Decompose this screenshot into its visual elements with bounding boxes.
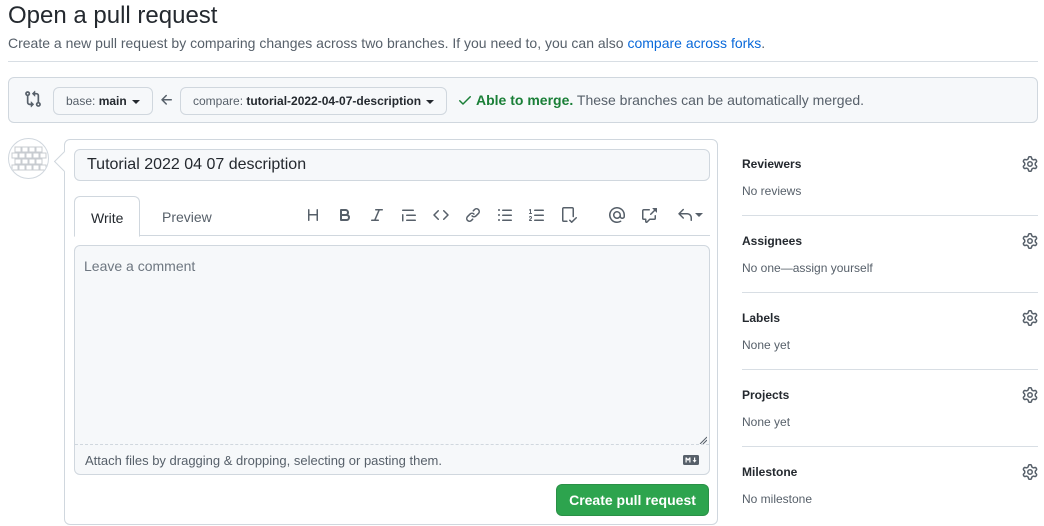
sidebar-projects: Projects None yet (742, 370, 1038, 447)
sidebar-labels: Labels None yet (742, 293, 1038, 370)
page-subtitle: Create a new pull request by comparing c… (8, 35, 765, 51)
avatar-pattern-icon (11, 146, 47, 171)
compare-branch-label: compare: (193, 94, 247, 108)
pull-request-composer: Write Preview Leave a comment Attach fil… (64, 139, 718, 525)
reviewers-heading: Reviewers (742, 157, 802, 171)
arrow-left-icon (161, 94, 172, 105)
merge-ok-text: Able to merge. (476, 92, 574, 108)
markdown-icon[interactable] (683, 455, 699, 465)
bold-icon (340, 209, 351, 221)
tab-preview[interactable]: Preview (146, 196, 228, 237)
italic-icon (371, 209, 383, 221)
mention-icon (609, 207, 625, 223)
header-divider (8, 61, 1038, 62)
assignees-value[interactable]: No one—assign yourself (742, 261, 873, 275)
chevron-down-icon (426, 99, 435, 104)
comment-editor[interactable]: Leave a comment Attach files by dragging… (74, 245, 710, 475)
quote-icon (402, 209, 416, 222)
page-title: Open a pull request (8, 2, 218, 29)
labels-value: None yet (742, 338, 791, 352)
gear-icon[interactable] (1022, 156, 1038, 172)
compare-branch-name: tutorial-2022-04-07-description (246, 94, 422, 108)
base-branch-button[interactable]: base: main (53, 87, 154, 115)
create-pull-request-button[interactable]: Create pull request (556, 484, 709, 516)
ordered-list-button[interactable] (526, 204, 548, 226)
cross-reference-icon (642, 208, 657, 223)
assignees-heading: Assignees (742, 234, 803, 248)
comment-placeholder: Leave a comment (84, 258, 196, 274)
chevron-down-icon (132, 99, 141, 104)
projects-value: None yet (742, 415, 791, 429)
resize-handle-icon[interactable] (699, 436, 707, 444)
milestone-value: No milestone (742, 492, 813, 506)
branch-range-bar: base: main compare: tutorial-2022-04-07-… (8, 77, 1038, 123)
gear-icon[interactable] (1022, 464, 1038, 480)
mention-button[interactable] (606, 204, 628, 226)
gear-icon[interactable] (1022, 233, 1038, 249)
compare-branch-button[interactable]: compare: tutorial-2022-04-07-description (180, 87, 448, 115)
base-branch-name: main (98, 94, 127, 108)
check-icon (459, 96, 471, 105)
git-compare-icon (25, 90, 41, 108)
ordered-list-icon (529, 209, 544, 221)
merge-status: Able to merge. These branches can be aut… (457, 92, 864, 108)
code-icon (433, 209, 449, 221)
quote-button[interactable] (398, 204, 420, 226)
reviewers-value: No reviews (742, 184, 802, 198)
reply-icon (678, 208, 692, 221)
subtitle-text: Create a new pull request by comparing c… (8, 35, 628, 51)
gear-icon[interactable] (1022, 310, 1038, 326)
cross-reference-button[interactable] (638, 204, 660, 226)
link-icon (465, 207, 481, 223)
task-list-icon (562, 207, 577, 223)
editor-tabbar: Write Preview (74, 196, 710, 237)
chevron-down-icon (695, 213, 703, 217)
bold-button[interactable] (334, 204, 356, 226)
link-button[interactable] (462, 204, 484, 226)
pr-sidebar: Reviewers No reviews Assignees No one—as… (742, 139, 1038, 524)
gear-icon[interactable] (1022, 387, 1038, 403)
code-button[interactable] (430, 204, 452, 226)
attach-files-hint[interactable]: Attach files by dragging & dropping, sel… (75, 444, 709, 474)
task-list-button[interactable] (558, 204, 580, 226)
sidebar-reviewers: Reviewers No reviews (742, 139, 1038, 216)
unordered-list-icon (498, 209, 512, 221)
heading-icon (308, 209, 318, 221)
pr-title-input[interactable] (74, 149, 710, 181)
saved-reply-button[interactable] (674, 204, 706, 226)
sidebar-assignees: Assignees No one—assign yourself (742, 216, 1038, 293)
milestone-heading: Milestone (742, 465, 798, 479)
italic-button[interactable] (366, 204, 388, 226)
compare-across-forks-link[interactable]: compare across forks (627, 35, 761, 51)
subtitle-suffix: . (761, 35, 766, 51)
labels-heading: Labels (742, 311, 781, 325)
tab-write[interactable]: Write (74, 196, 141, 237)
projects-heading: Projects (742, 388, 790, 402)
sidebar-milestone: Milestone No milestone (742, 447, 1038, 524)
heading-button[interactable] (302, 204, 324, 226)
avatar[interactable] (8, 138, 49, 179)
unordered-list-button[interactable] (494, 204, 516, 226)
merge-message: These branches can be automatically merg… (573, 92, 865, 108)
base-branch-label: base: (66, 94, 99, 108)
